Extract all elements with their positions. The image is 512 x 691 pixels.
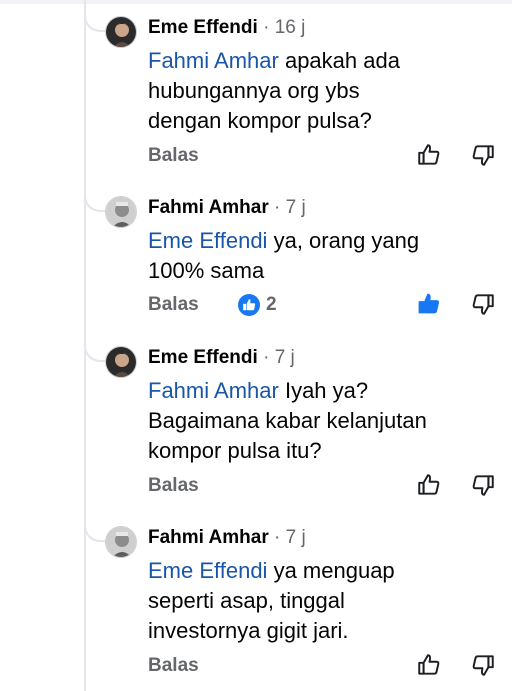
avatar[interactable] <box>105 16 137 48</box>
comment-line: ya, orang yang <box>273 228 420 253</box>
like-reaction-icon <box>238 294 260 316</box>
mention-link[interactable]: Fahmi Amhar <box>148 378 279 403</box>
thumbs-down-icon[interactable] <box>470 472 496 498</box>
avatar[interactable] <box>105 346 137 378</box>
comment-text: Fahmi Amhar Iyah ya? Bagaimana kabar kel… <box>148 376 478 466</box>
timestamp[interactable]: 7 j <box>286 527 306 548</box>
reply-button[interactable]: Balas <box>148 472 199 500</box>
avatar[interactable] <box>105 526 137 558</box>
thumbs-down-icon[interactable] <box>470 142 496 168</box>
mention-link[interactable]: Eme Effendi <box>148 558 267 583</box>
comment-line: apakah ada <box>284 48 400 73</box>
author-name[interactable]: Fahmi Amhar <box>148 197 269 218</box>
comment-line: Iyah ya? <box>284 378 369 403</box>
timestamp[interactable]: 7 j <box>275 347 295 368</box>
mention-link[interactable]: Fahmi Amhar <box>148 48 279 73</box>
comment-actions: Balas 2 <box>148 291 498 319</box>
comment-actions: Balas <box>148 652 498 680</box>
thread-branch <box>84 192 106 212</box>
comment-actions: Balas <box>148 472 498 500</box>
thumbs-up-icon[interactable] <box>416 142 442 168</box>
comment-line: seperti asap, tinggal <box>148 588 345 613</box>
comment-line: investornya gigit jari. <box>148 618 349 643</box>
thread-branch <box>84 522 106 542</box>
mention-link[interactable]: Eme Effendi <box>148 228 267 253</box>
comment-header: Eme Effendi · 7 j <box>148 346 295 370</box>
comment-text: Fahmi Amhar apakah ada hubungannya org y… <box>148 46 478 136</box>
comment-header: Fahmi Amhar · 7 j <box>148 196 306 220</box>
thumbs-down-icon[interactable] <box>470 291 496 317</box>
comment-text: Eme Effendi ya menguap seperti asap, tin… <box>148 556 478 646</box>
thumbs-up-icon[interactable] <box>416 652 442 678</box>
reply-button[interactable]: Balas <box>148 652 199 680</box>
thumbs-down-icon[interactable] <box>470 652 496 678</box>
comment-text: Eme Effendi ya, orang yang 100% sama <box>148 226 478 286</box>
reaction-summary[interactable]: 2 <box>238 291 277 319</box>
top-edge <box>0 0 512 4</box>
separator: · <box>268 197 286 218</box>
reaction-count: 2 <box>266 294 277 315</box>
comment-line: ya menguap <box>273 558 395 583</box>
comment-header: Fahmi Amhar · 7 j <box>148 526 306 550</box>
comment-line: 100% sama <box>148 258 265 283</box>
thumbs-up-icon[interactable] <box>416 291 442 317</box>
author-name[interactable]: Fahmi Amhar <box>148 527 269 548</box>
comment-line: dengan kompor pulsa? <box>148 108 372 133</box>
timestamp[interactable]: 7 j <box>286 197 306 218</box>
reply-button[interactable]: Balas <box>148 142 199 170</box>
comment-header: Eme Effendi · 16 j <box>148 16 305 40</box>
reply-button[interactable]: Balas <box>148 291 199 319</box>
thumbs-up-icon[interactable] <box>416 472 442 498</box>
comment-actions: Balas <box>148 142 498 170</box>
comment-line: kompor pulsa itu? <box>148 438 322 463</box>
separator: · <box>257 17 275 38</box>
author-name[interactable]: Eme Effendi <box>148 17 258 38</box>
thread-branch <box>84 342 106 362</box>
comment-line: Bagaimana kabar kelanjutan <box>148 408 427 433</box>
avatar[interactable] <box>105 196 137 228</box>
timestamp[interactable]: 16 j <box>275 17 306 38</box>
comment-line: hubungannya org ybs <box>148 78 360 103</box>
author-name[interactable]: Eme Effendi <box>148 347 258 368</box>
separator: · <box>268 527 286 548</box>
separator: · <box>257 347 275 368</box>
thread-branch <box>84 12 106 32</box>
